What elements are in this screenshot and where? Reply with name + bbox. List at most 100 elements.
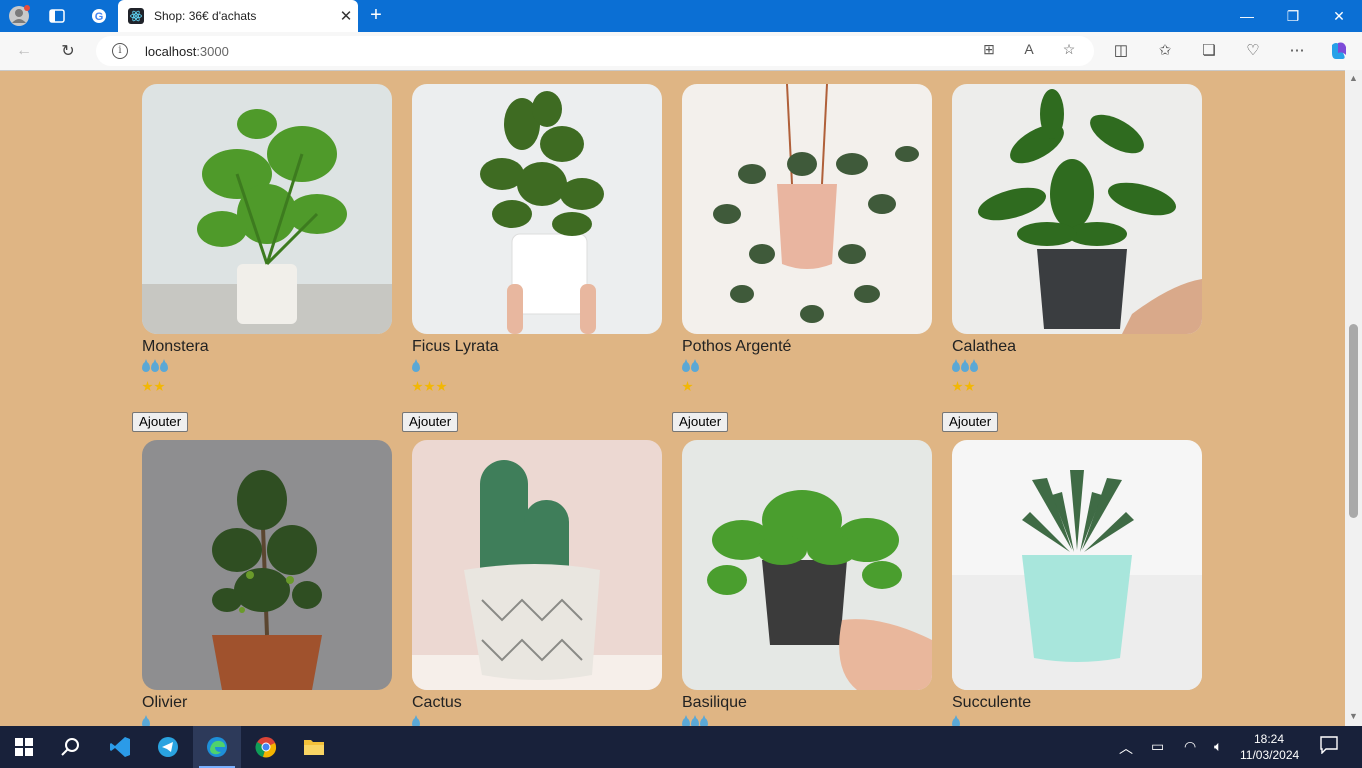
sun-icon <box>952 381 963 392</box>
app-available-icon[interactable]: ⊞ <box>978 41 1000 61</box>
light-rating <box>952 381 975 392</box>
tab-actions-icon[interactable] <box>44 4 70 28</box>
refresh-icon[interactable]: ↻ <box>54 38 82 64</box>
water-drop-icon <box>142 362 150 372</box>
water-drop-icon <box>412 362 420 372</box>
chrome-icon[interactable] <box>242 726 290 768</box>
sun-icon <box>412 381 423 392</box>
address-toolbar: ← ↻ i localhost:3000 ⊞ A ☆ ◫ ✩ ❏ ♡ ⋯ <box>0 32 1362 70</box>
search-icon[interactable] <box>46 726 94 768</box>
plant-name: Olivier <box>142 694 188 711</box>
scroll-down-icon[interactable]: ▼ <box>1349 712 1358 721</box>
url-text: localhost:3000 <box>145 44 229 59</box>
chevron-up-icon[interactable]: ︿ <box>1119 738 1133 758</box>
water-drop-icon <box>952 718 960 726</box>
react-icon <box>128 8 144 24</box>
new-tab-icon[interactable]: + <box>364 4 388 28</box>
tab-title: Shop: 36€ d'achats <box>154 9 257 23</box>
favorites-icon[interactable]: ✩ <box>1154 41 1176 61</box>
water-rating <box>952 718 960 726</box>
plant-name: Ficus Lyrata <box>412 338 499 355</box>
notifications-icon[interactable] <box>1320 736 1338 757</box>
plant-name: Cactus <box>412 694 462 711</box>
light-rating <box>412 381 447 392</box>
add-to-cart-button[interactable]: Ajouter <box>132 412 189 432</box>
vscode-icon[interactable] <box>96 726 144 768</box>
water-drop-icon <box>160 362 168 372</box>
sun-icon <box>424 381 435 392</box>
light-rating <box>682 381 693 392</box>
plant-name: Succulente <box>952 694 1032 711</box>
google-tab-icon[interactable]: G <box>86 4 112 28</box>
back-icon[interactable]: ← <box>10 38 38 64</box>
water-rating <box>412 718 420 726</box>
water-drop-icon <box>961 362 969 372</box>
water-drop-icon <box>691 362 699 372</box>
water-drop-icon <box>952 362 960 372</box>
sun-icon <box>436 381 447 392</box>
sun-icon <box>682 381 693 392</box>
telegram-icon[interactable] <box>144 726 192 768</box>
add-to-cart-button[interactable]: Ajouter <box>672 412 729 432</box>
plant-image-ficus-lyrata <box>412 84 662 334</box>
plant-image-basilique <box>682 440 932 690</box>
page-scrollbar[interactable]: ▲ ▼ <box>1345 70 1362 726</box>
plant-name: Monstera <box>142 338 209 355</box>
split-screen-icon[interactable]: ◫ <box>1110 41 1132 61</box>
plant-image-succulente <box>952 440 1202 690</box>
volume-icon[interactable]: 🔈︎ <box>1214 738 1222 755</box>
light-rating <box>142 381 165 392</box>
restore-icon[interactable]: ❐ <box>1270 0 1316 32</box>
svg-text:G: G <box>95 11 104 23</box>
water-drop-icon <box>142 718 150 726</box>
windows-start-icon[interactable] <box>0 726 48 768</box>
water-drop-icon <box>151 362 159 372</box>
water-drop-icon <box>970 362 978 372</box>
water-drop-icon <box>682 718 690 726</box>
close-tab-icon[interactable]: ✕ <box>334 7 358 25</box>
plant-image-calathea <box>952 84 1202 334</box>
close-window-icon[interactable]: ✕ <box>1316 0 1362 32</box>
url-bar[interactable]: i localhost:3000 ⊞ A ☆ <box>96 36 1094 66</box>
add-to-cart-button[interactable]: Ajouter <box>402 412 459 432</box>
page-viewport: Monstera Ajouter Ficus Lyrata Ajouter Po… <box>0 70 1345 726</box>
water-rating <box>142 718 150 726</box>
minimize-icon[interactable]: — <box>1224 0 1270 32</box>
water-drop-icon <box>700 718 708 726</box>
sun-icon <box>142 381 153 392</box>
plant-image-cactus <box>412 440 662 690</box>
plant-image-pothos-argente <box>682 84 932 334</box>
more-menu-icon[interactable]: ⋯ <box>1286 41 1308 61</box>
system-clock[interactable]: 18:24 11/03/2024 <box>1240 731 1300 763</box>
file-explorer-icon[interactable] <box>290 726 338 768</box>
edge-icon[interactable] <box>193 726 241 768</box>
profile-icon[interactable] <box>6 4 32 28</box>
add-to-cart-button[interactable]: Ajouter <box>942 412 999 432</box>
copilot-icon[interactable] <box>1328 41 1350 61</box>
water-rating <box>682 718 708 726</box>
plant-name: Calathea <box>952 338 1017 355</box>
browser-essentials-icon[interactable]: ♡ <box>1242 41 1264 61</box>
wifi-icon[interactable]: ◠ <box>1184 738 1196 755</box>
clock-date: 11/03/2024 <box>1240 748 1300 762</box>
water-drop-icon <box>412 718 420 726</box>
favorite-star-icon[interactable]: ☆ <box>1058 41 1080 61</box>
browser-titlebar: G Shop: 36€ d'achats ✕ + — ❐ ✕ <box>0 0 1362 32</box>
water-drop-icon <box>682 362 690 372</box>
site-info-icon[interactable]: i <box>112 43 128 59</box>
windows-taskbar: ︿ ▭ ◠ 🔈︎ 18:24 11/03/2024 <box>0 726 1362 768</box>
water-drop-icon <box>691 718 699 726</box>
collections-icon[interactable]: ❏ <box>1198 41 1220 61</box>
water-rating <box>682 362 699 374</box>
sun-icon <box>154 381 165 392</box>
sun-icon <box>964 381 975 392</box>
active-tab[interactable]: Shop: 36€ d'achats ✕ <box>118 0 358 32</box>
clock-time: 18:24 <box>1253 732 1285 746</box>
plant-image-monstera <box>142 84 392 334</box>
plant-image-olivier <box>142 440 392 690</box>
read-aloud-icon[interactable]: A <box>1018 41 1040 61</box>
scroll-up-icon[interactable]: ▲ <box>1349 74 1358 83</box>
scroll-thumb[interactable] <box>1349 324 1358 518</box>
battery-icon[interactable]: ▭ <box>1151 738 1164 755</box>
water-rating <box>412 362 420 374</box>
